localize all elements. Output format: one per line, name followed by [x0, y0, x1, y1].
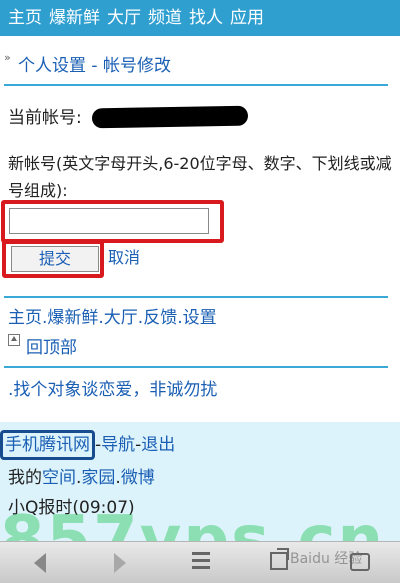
- top-nav-bar: 主页 爆新鲜 大厅 频道 找人 应用: [0, 0, 400, 36]
- section-nav-links[interactable]: 主页.爆新鲜.大厅.反馈.设置: [8, 306, 217, 330]
- submit-button[interactable]: 提交: [11, 246, 99, 272]
- footer-row-brand: 手机腾讯网 -导航-退出: [0, 430, 175, 460]
- space-link[interactable]: 空间: [42, 468, 76, 488]
- home-link[interactable]: 家园: [81, 468, 115, 488]
- topnav-fresh[interactable]: 爆新鲜: [49, 8, 100, 28]
- topnav-hall[interactable]: 大厅: [107, 8, 141, 28]
- ad-link[interactable]: .找个对象谈恋爱，非诚勿扰: [8, 378, 217, 402]
- footer-row-my: 我的空间.家园.微博: [8, 468, 155, 488]
- exit-link[interactable]: 退出: [141, 435, 175, 455]
- divider: [4, 366, 388, 368]
- topnav-find-people[interactable]: 找人: [189, 8, 223, 28]
- exit-icon[interactable]: [350, 553, 370, 571]
- cancel-link[interactable]: 取消: [108, 246, 140, 270]
- topnav-channel[interactable]: 频道: [148, 8, 182, 28]
- back-to-top-link[interactable]: 回顶部: [26, 336, 77, 360]
- forward-arrow-icon[interactable]: [114, 553, 126, 573]
- divider: [4, 296, 388, 298]
- new-account-label: 新帐号(英文字母开头,6-20位字母、数字、下划线或减号组成):: [8, 154, 392, 200]
- redacted-account-value: [91, 105, 249, 129]
- nav-link[interactable]: 导航: [101, 435, 135, 455]
- topnav-home[interactable]: 主页: [8, 8, 42, 28]
- weibo-link[interactable]: 微博: [121, 468, 155, 488]
- breadcrumb: » 个人设置 - 帐号修改: [0, 46, 400, 86]
- current-account-label: 当前帐号:: [8, 108, 82, 128]
- new-account-input[interactable]: [9, 208, 209, 234]
- double-chevron-icon: »: [4, 51, 11, 64]
- brand-link[interactable]: 手机腾讯网: [0, 430, 95, 460]
- arrow-up-icon: [8, 334, 20, 346]
- back-arrow-icon[interactable]: [34, 553, 46, 573]
- my-prefix: 我的: [8, 468, 42, 488]
- windows-icon[interactable]: [270, 548, 289, 570]
- divider: [4, 84, 388, 86]
- topnav-apps[interactable]: 应用: [230, 8, 264, 28]
- menu-icon[interactable]: [192, 552, 210, 570]
- page-title[interactable]: 个人设置 - 帐号修改: [18, 46, 171, 86]
